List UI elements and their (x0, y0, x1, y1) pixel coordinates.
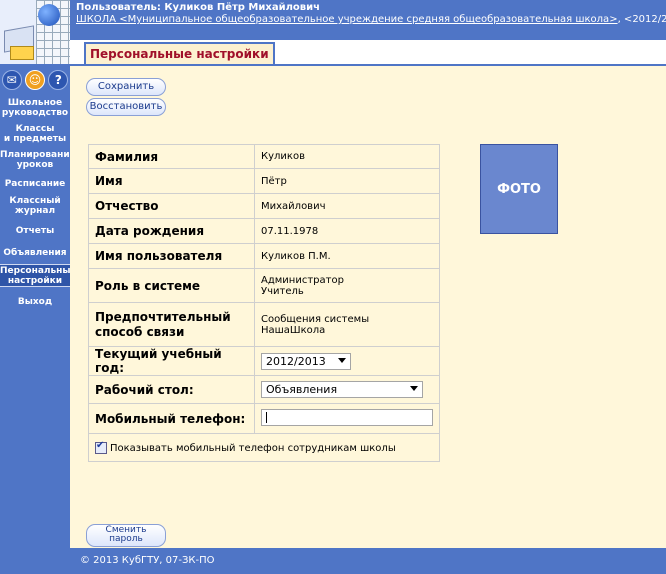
show-phone-checkbox[interactable] (95, 440, 107, 454)
footer: © 2013 КубГТУ, 07-ЗК-ПО (70, 548, 666, 574)
form-value: Куликов П.М. (254, 243, 440, 269)
sidebar-quick-icons: ✉ ☺ ? (0, 70, 70, 90)
sidebar-item-class-journal[interactable]: Классный журнал (0, 194, 70, 220)
mail-icon[interactable]: ✉ (1, 70, 22, 90)
form-value: Объявления (254, 375, 440, 404)
sidebar-item-announcements[interactable]: Объявления (0, 242, 70, 264)
form-label: Предпочтительный способ связи (88, 302, 255, 347)
form-value: 07.11.1978 (254, 218, 440, 244)
current-user-label: Пользователь: Куликов Пётр Михайлович (76, 2, 320, 13)
sidebar-item-schedule[interactable]: Расписание (0, 174, 70, 194)
form-value: Куликов (254, 144, 440, 169)
chevron-down-icon (338, 357, 346, 363)
form-row-school-year: Текущий учебный год: 2012/2013 (88, 346, 440, 376)
tab-personal-settings[interactable]: Персональные настройки (84, 42, 275, 64)
school-year-select[interactable]: 2012/2013 (261, 352, 351, 370)
mobile-field-label: Мобильный телефон: (88, 403, 255, 434)
sidebar-item-reports[interactable]: Отчеты (0, 220, 70, 242)
school-link[interactable]: ШКОЛА <Муниципальное общеобразовательное… (76, 14, 618, 25)
form-row: Фамилия Куликов (88, 144, 440, 169)
desktop-value: Объявления (266, 383, 338, 396)
header: Пользователь: Куликов Пётр Михайлович ШК… (70, 0, 666, 40)
form-label: Дата рождения (88, 218, 255, 244)
book-icon (10, 46, 34, 60)
form-label: Имя (88, 168, 255, 194)
save-button[interactable]: Сохранить (86, 78, 166, 96)
chevron-down-icon (410, 386, 418, 391)
sidebar-item-lesson-planning[interactable]: Планирование уроков (0, 148, 76, 174)
form-row-desktop: Рабочий стол: Объявления (88, 375, 440, 404)
form-row: Отчество Михайлович (88, 193, 440, 219)
sidebar-item-exit[interactable]: Выход (0, 291, 70, 313)
help-icon[interactable]: ? (48, 70, 69, 90)
form-label: Фамилия (88, 144, 255, 169)
form-label: Имя пользователя (88, 243, 255, 269)
sidebar-nav: Школьное руководство Классы и предметы П… (0, 96, 77, 313)
form-value: Михайлович (254, 193, 440, 219)
restore-button[interactable]: Восстановить (86, 98, 166, 116)
tab-bar: Персональные настройки (70, 40, 666, 66)
form-value: Администратор Учитель (254, 268, 440, 303)
personal-settings-form: Фамилия Куликов Имя Пётр Отчество Михайл… (88, 144, 440, 462)
form-value: 2012/2013 (254, 346, 440, 376)
show-phone-cell: Показывать мобильный телефон сотрудникам… (88, 433, 440, 462)
form-value: Сообщения системы НашаШкола (254, 302, 440, 347)
form-row: Дата рождения 07.11.1978 (88, 218, 440, 244)
globe-icon (38, 4, 60, 26)
app-logo (0, 0, 70, 64)
form-value: Пётр (254, 168, 440, 194)
sidebar-item-personal-settings[interactable]: Персональные настройки (0, 264, 77, 287)
school-year-label: , <2012/2013> (617, 14, 666, 25)
school-year-value: 2012/2013 (266, 354, 326, 368)
sidebar-item-classes-subjects[interactable]: Классы и предметы (0, 122, 70, 148)
users-icon[interactable]: ☺ (24, 70, 45, 90)
sidebar: ✉ ☺ ? Школьное руководство Классы и пред… (0, 0, 77, 574)
school-info: ШКОЛА <Муниципальное общеобразовательное… (76, 14, 666, 25)
desktop-field-label: Рабочий стол: (88, 375, 255, 404)
form-label: Отчество (88, 193, 255, 219)
photo-placeholder[interactable]: ФОТО (480, 144, 558, 234)
form-row: Имя Пётр (88, 168, 440, 194)
form-row-mobile: Мобильный телефон: (88, 403, 440, 434)
sidebar-item-school-management[interactable]: Школьное руководство (0, 96, 70, 122)
desktop-select[interactable]: Объявления (261, 381, 423, 398)
mobile-phone-input[interactable] (261, 408, 433, 426)
form-row: Предпочтительный способ связи Сообщения … (88, 302, 440, 347)
form-value (254, 403, 440, 434)
form-row: Роль в системе Администратор Учитель (88, 268, 440, 303)
school-year-field-label: Текущий учебный год: (88, 346, 255, 376)
form-row: Имя пользователя Куликов П.М. (88, 243, 440, 269)
form-label: Роль в системе (88, 268, 255, 303)
change-password-button[interactable]: Сменить пароль (86, 524, 166, 547)
form-row-show-phone: Показывать мобильный телефон сотрудникам… (88, 433, 440, 462)
show-phone-label: Показывать мобильный телефон сотрудникам… (110, 442, 396, 454)
